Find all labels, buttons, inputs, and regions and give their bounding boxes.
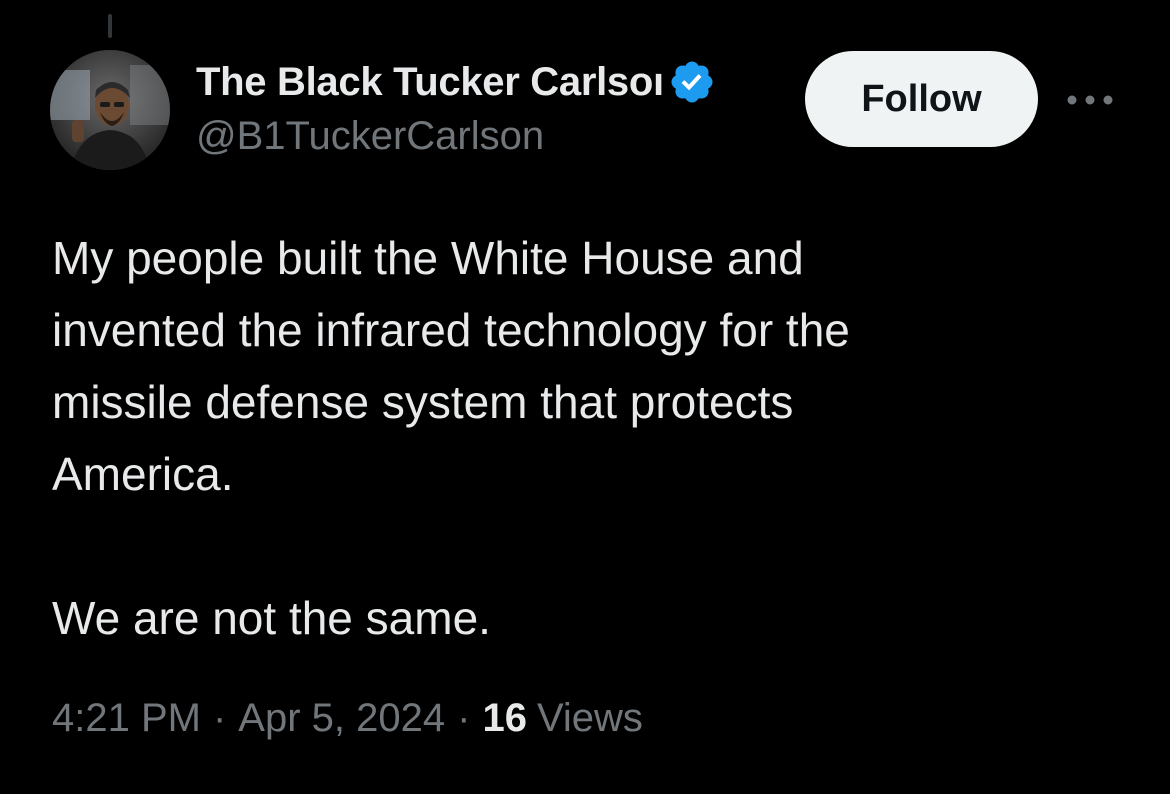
separator-dot: · (457, 696, 471, 740)
tweet-text-line: invented the infrared technology for the (52, 304, 850, 356)
tweet-text-line: missile defense system that protects (52, 376, 794, 428)
views-label[interactable]: Views (537, 696, 643, 741)
tweet-text-line: America. (52, 448, 234, 500)
tweet-text-line: My people built the White House and (52, 232, 804, 284)
thread-connector-line (108, 14, 112, 38)
user-handle[interactable]: @B1TuckerCarlson (196, 114, 796, 159)
display-name[interactable]: The Black Tucker Carlsoı (196, 60, 664, 105)
user-info: The Black Tucker Carlsoı @B1TuckerCarlso… (196, 56, 796, 159)
tweet-metadata: 4:21 PM · Apr 5, 2024 · 16 Views (52, 696, 643, 741)
views-count[interactable]: 16 (482, 696, 527, 741)
verified-badge-icon[interactable] (668, 58, 716, 106)
user-avatar[interactable] (50, 50, 170, 170)
tweet-time[interactable]: 4:21 PM (52, 696, 201, 741)
separator-dot: · (212, 696, 227, 740)
tweet-date[interactable]: Apr 5, 2024 (238, 696, 445, 741)
avatar-image (50, 50, 170, 170)
name-row: The Black Tucker Carlsoı (196, 56, 796, 108)
follow-button[interactable]: Follow (805, 51, 1038, 147)
tweet-text: My people built the White House and inve… (52, 222, 1112, 654)
more-options-button[interactable] (1060, 80, 1120, 120)
more-horizontal-icon (1067, 95, 1113, 105)
tweet-text-closing: We are not the same. (52, 592, 491, 644)
